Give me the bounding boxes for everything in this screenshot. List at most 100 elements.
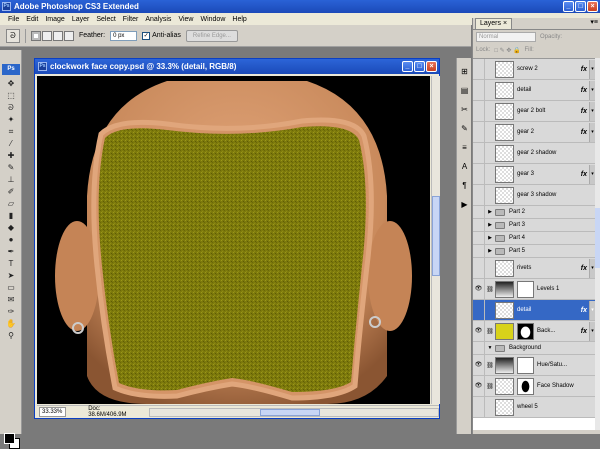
visibility-toggle[interactable] — [473, 205, 485, 219]
channels-icon[interactable]: ≡ — [459, 142, 470, 153]
fx-icon[interactable]: fx — [581, 87, 587, 94]
pen-tool-icon[interactable]: ✒ — [5, 246, 17, 257]
add-to-selection-icon[interactable] — [42, 30, 52, 41]
antialias-checkbox[interactable]: ✓ Anti-alias — [142, 31, 181, 40]
character-icon[interactable]: A — [459, 161, 470, 172]
layer-row[interactable]: 👁 ⛓ Face Shadow — [473, 375, 595, 397]
menu-analysis[interactable]: Analysis — [145, 16, 171, 23]
subtract-selection-icon[interactable] — [53, 30, 63, 41]
feather-input[interactable]: 0 px — [110, 30, 138, 41]
type-tool-icon[interactable]: T — [5, 258, 17, 269]
histogram-icon[interactable]: ▤ — [459, 85, 470, 96]
marquee-tool-icon[interactable]: ⬚ — [5, 90, 17, 101]
doc-size-readout[interactable]: Doc: 38.6M/406.9M — [88, 406, 139, 418]
panel-menu-icon[interactable]: ▾≡ — [590, 18, 598, 26]
fx-icon[interactable]: fx — [581, 66, 587, 73]
visibility-toggle[interactable] — [473, 257, 485, 279]
layer-row[interactable]: detail fx ▾ — [473, 79, 595, 101]
visibility-toggle[interactable] — [473, 231, 485, 245]
doc-maximize-button[interactable]: □ — [414, 61, 425, 72]
layer-group-row[interactable]: ▶ Part 4 — [473, 231, 595, 245]
gradient-icon[interactable]: ▮ — [5, 210, 17, 221]
collapsed-triangle-icon[interactable]: ▶ — [485, 235, 495, 241]
layer-group-row[interactable]: ▶ Part 2 — [473, 205, 595, 219]
layer-row[interactable]: gear 3 shadow — [473, 184, 595, 206]
blend-mode-select[interactable]: Normal — [476, 32, 536, 42]
collapsed-triangle-icon[interactable]: ▶ — [485, 209, 495, 215]
scroll-thumb[interactable] — [432, 196, 440, 276]
layer-row[interactable]: detail fx ▾ — [473, 299, 595, 321]
foreground-color-swatch[interactable] — [4, 433, 15, 444]
scroll-thumb[interactable] — [595, 208, 600, 268]
layer-row[interactable]: gear 2 bolt fx ▾ — [473, 100, 595, 122]
layer-mask-thumbnail[interactable] — [517, 356, 534, 374]
fx-icon[interactable]: fx — [581, 265, 587, 272]
menu-file[interactable]: File — [8, 16, 19, 23]
eyedropper-icon[interactable]: ⁄ — [5, 138, 17, 149]
3d-eyedropper-icon[interactable]: ✑ — [5, 306, 17, 317]
layer-row[interactable]: rivets fx ▾ — [473, 257, 595, 279]
actions-icon[interactable]: ▶ — [459, 199, 470, 210]
expanded-triangle-icon[interactable]: ▼ — [485, 345, 495, 351]
visibility-toggle[interactable] — [473, 142, 485, 164]
layer-row[interactable]: gear 3 fx ▾ — [473, 163, 595, 185]
menu-help[interactable]: Help — [232, 16, 246, 23]
eye-icon[interactable]: 👁 — [473, 354, 485, 376]
eraser-icon[interactable]: ▱ — [5, 198, 17, 209]
visibility-toggle[interactable] — [473, 341, 485, 355]
menu-edit[interactable]: Edit — [26, 16, 38, 23]
notes-tool-icon[interactable]: ✉ — [5, 294, 17, 305]
menu-window[interactable]: Window — [200, 16, 225, 23]
new-selection-icon[interactable] — [31, 30, 41, 41]
document-titlebar[interactable]: Ps clockwork face copy.psd @ 33.3% (deta… — [35, 59, 439, 74]
stamp-tool-icon[interactable]: ⊥ — [5, 174, 17, 185]
magic-wand-icon[interactable]: ✦ — [5, 114, 17, 125]
paragraph-icon[interactable]: ¶ — [459, 180, 470, 191]
visibility-toggle[interactable]: 👁 — [473, 278, 485, 300]
visibility-toggle[interactable]: 👁 — [473, 375, 485, 397]
collapsed-triangle-icon[interactable]: ▶ — [485, 222, 495, 228]
eye-icon[interactable]: 👁 — [473, 320, 485, 342]
tab-layers[interactable]: Layers × — [475, 18, 513, 29]
tool-presets-icon[interactable]: ✂ — [459, 104, 470, 115]
refine-edge-button[interactable]: Refine Edge... — [185, 29, 238, 42]
menu-select[interactable]: Select — [96, 16, 115, 23]
layer-group-row[interactable]: ▶ Part 5 — [473, 244, 595, 258]
history-brush-icon[interactable]: ✐ — [5, 186, 17, 197]
layer-row[interactable]: wheel 5 — [473, 396, 595, 418]
fx-icon[interactable]: fx — [581, 108, 587, 115]
fx-icon[interactable]: fx — [581, 129, 587, 136]
doc-minimize-button[interactable]: _ — [402, 61, 413, 72]
brushes-icon[interactable]: ✎ — [459, 123, 470, 134]
shape-tool-icon[interactable]: ▭ — [5, 282, 17, 293]
maximize-button[interactable]: □ — [575, 1, 586, 12]
hand-tool-icon[interactable]: ✋ — [5, 318, 17, 329]
layer-mask-thumbnail[interactable] — [517, 377, 534, 395]
layer-row[interactable]: screw 2 fx ▾ — [473, 59, 595, 80]
layer-mask-thumbnail[interactable] — [517, 280, 534, 298]
zoom-tool-icon[interactable]: ⚲ — [5, 330, 17, 341]
path-select-icon[interactable]: ➤ — [5, 270, 17, 281]
visibility-toggle[interactable] — [473, 59, 485, 80]
visibility-toggle[interactable] — [473, 100, 485, 122]
layers-scrollbar[interactable] — [595, 58, 600, 430]
fx-icon[interactable]: fx — [581, 171, 587, 178]
visibility-toggle[interactable] — [473, 79, 485, 101]
fx-icon[interactable]: fx — [581, 328, 587, 335]
healing-brush-icon[interactable]: ✚ — [5, 150, 17, 161]
visibility-toggle[interactable] — [473, 396, 485, 418]
lasso-tool-icon[interactable]: ᘐ — [5, 102, 17, 113]
visibility-toggle[interactable] — [473, 184, 485, 206]
menu-layer[interactable]: Layer — [72, 16, 90, 23]
doc-close-button[interactable]: × — [426, 61, 437, 72]
image-canvas[interactable] — [37, 76, 430, 404]
lock-icon[interactable]: □ ✎ ✥ 🔒 — [494, 47, 520, 54]
vertical-scrollbar[interactable] — [431, 76, 440, 404]
visibility-toggle[interactable] — [473, 244, 485, 258]
visibility-toggle[interactable] — [473, 121, 485, 143]
menu-image[interactable]: Image — [45, 16, 64, 23]
eye-icon[interactable] — [473, 299, 485, 321]
scroll-thumb[interactable] — [259, 408, 320, 416]
navigator-icon[interactable]: ⊞ — [459, 66, 470, 77]
zoom-level-field[interactable]: 33.33% — [39, 407, 67, 417]
